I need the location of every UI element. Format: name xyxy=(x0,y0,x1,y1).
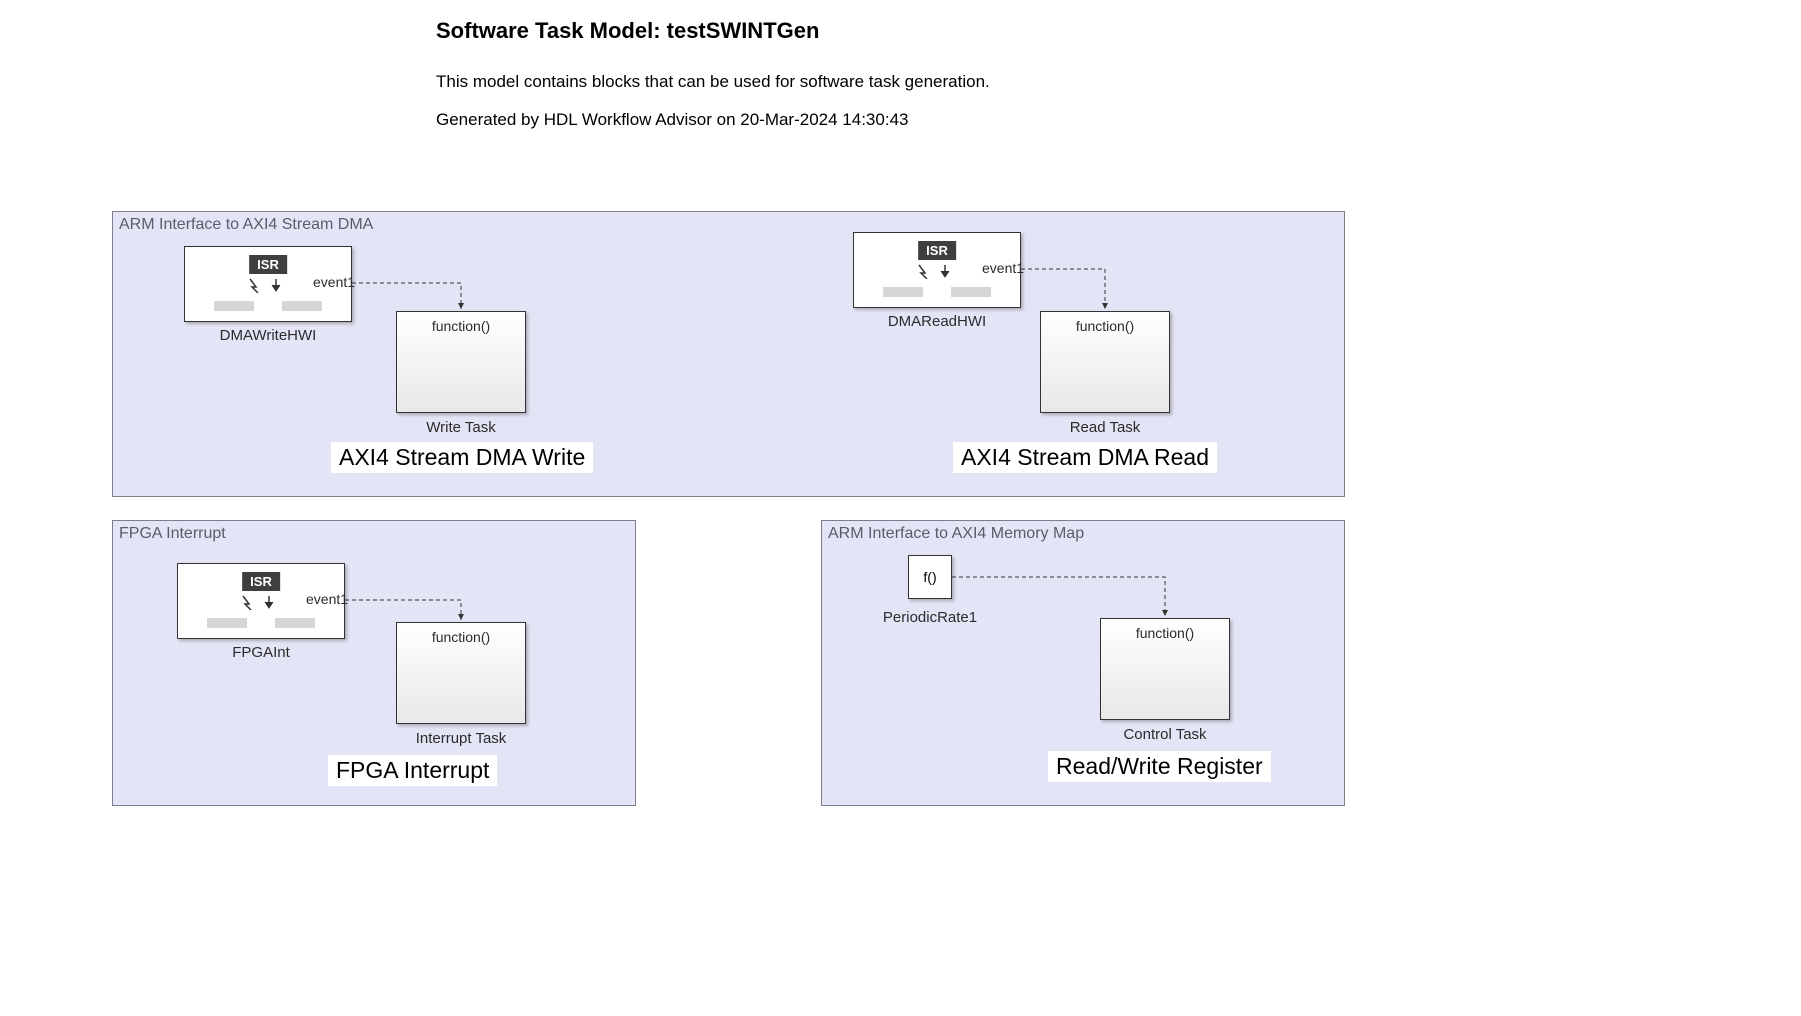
subtitle: FPGA Interrupt xyxy=(328,755,497,786)
func-trigger-text: function() xyxy=(397,318,525,334)
region-label: ARM Interface to AXI4 Stream DMA xyxy=(119,216,373,234)
function-block-interrupt-task[interactable]: function() xyxy=(396,622,526,724)
model-title: Software Task Model: testSWINTGen xyxy=(436,18,990,44)
region-label: FPGA Interrupt xyxy=(119,525,226,543)
signal-line xyxy=(352,283,472,313)
signal-line xyxy=(1021,269,1121,313)
subtitle: AXI4 Stream DMA Write xyxy=(331,442,593,473)
fcall-text: f() xyxy=(923,569,936,585)
function-block-read-task[interactable]: function() xyxy=(1040,311,1170,413)
isr-block-label: DMAWriteHWI xyxy=(184,327,352,344)
isr-badge: ISR xyxy=(242,572,280,591)
region-axi4-memory-map: ARM Interface to AXI4 Memory Map f() Per… xyxy=(821,520,1345,806)
func-block-label: Interrupt Task xyxy=(396,730,526,747)
function-block-write-task[interactable]: function() xyxy=(396,311,526,413)
isr-bars-icon xyxy=(185,301,351,311)
fcall-block-periodicrate1[interactable]: f() xyxy=(908,555,952,599)
func-trigger-text: function() xyxy=(1101,625,1229,641)
isr-arrows-icon xyxy=(241,594,281,610)
subtitle: Read/Write Register xyxy=(1048,751,1271,782)
region-fpga-interrupt: FPGA Interrupt ISR FPGAInt event1 functi… xyxy=(112,520,636,806)
isr-arrows-icon xyxy=(917,263,957,279)
port-label: event1 xyxy=(306,591,348,607)
func-block-label: Read Task xyxy=(1040,419,1170,436)
func-block-label: Control Task xyxy=(1100,726,1230,743)
isr-badge: ISR xyxy=(249,255,287,274)
isr-bars-icon xyxy=(854,287,1020,297)
isr-block-label: DMAReadHWI xyxy=(853,313,1021,330)
isr-badge: ISR xyxy=(918,241,956,260)
func-block-label: Write Task xyxy=(396,419,526,436)
region-axi4-stream-dma: ARM Interface to AXI4 Stream DMA ISR DMA… xyxy=(112,211,1345,497)
signal-line xyxy=(952,577,1177,620)
region-label: ARM Interface to AXI4 Memory Map xyxy=(828,525,1084,543)
isr-bars-icon xyxy=(178,618,344,628)
isr-arrows-icon xyxy=(248,277,288,293)
func-trigger-text: function() xyxy=(397,629,525,645)
header: Software Task Model: testSWINTGen This m… xyxy=(436,18,990,148)
model-description: This model contains blocks that can be u… xyxy=(436,72,990,92)
function-block-control-task[interactable]: function() xyxy=(1100,618,1230,720)
isr-block-label: FPGAInt xyxy=(177,644,345,661)
subtitle: AXI4 Stream DMA Read xyxy=(953,442,1217,473)
func-trigger-text: function() xyxy=(1041,318,1169,334)
port-label: event1 xyxy=(313,274,355,290)
port-label: event1 xyxy=(982,260,1024,276)
generated-line: Generated by HDL Workflow Advisor on 20-… xyxy=(436,110,990,130)
fcall-block-label: PeriodicRate1 xyxy=(878,609,982,626)
